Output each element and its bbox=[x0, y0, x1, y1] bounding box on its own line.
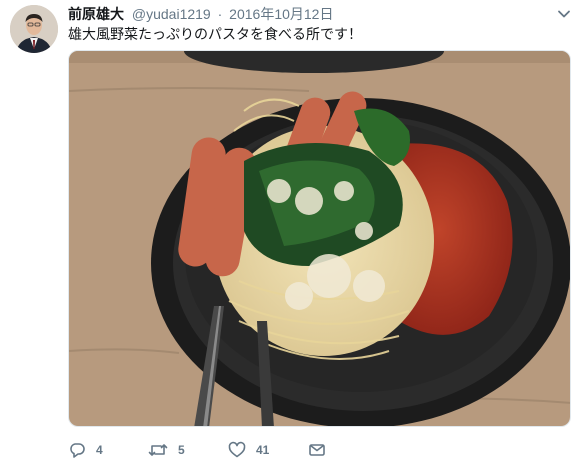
retweet-count: 5 bbox=[178, 443, 185, 457]
like-button[interactable]: 41 bbox=[228, 440, 269, 460]
reply-count: 4 bbox=[96, 443, 103, 457]
reply-button[interactable]: 4 bbox=[68, 440, 103, 460]
author-handle[interactable]: @yudai1219 bbox=[132, 6, 211, 22]
message-icon bbox=[309, 444, 325, 456]
chevron-down-icon[interactable] bbox=[556, 6, 572, 22]
like-icon bbox=[228, 441, 246, 458]
tweet-actions: 4 5 41 bbox=[68, 440, 368, 460]
author-name[interactable]: 前原雄大 bbox=[68, 6, 124, 22]
tweet-header: 前原雄大 @yudai1219 · 2016年10月12日 bbox=[68, 5, 333, 23]
reply-icon bbox=[70, 443, 85, 458]
tweet-text: 雄大風野菜たっぷりのパスタを食べる所です！ bbox=[68, 26, 362, 42]
like-count: 41 bbox=[256, 443, 270, 457]
tweet-date[interactable]: 2016年10月12日 bbox=[229, 6, 333, 22]
message-button[interactable] bbox=[308, 440, 336, 460]
avatar[interactable] bbox=[10, 5, 58, 53]
retweet-button[interactable]: 5 bbox=[148, 440, 185, 460]
retweet-icon bbox=[148, 444, 168, 456]
separator-dot: · bbox=[217, 6, 223, 22]
tweet-photo[interactable] bbox=[68, 50, 571, 427]
